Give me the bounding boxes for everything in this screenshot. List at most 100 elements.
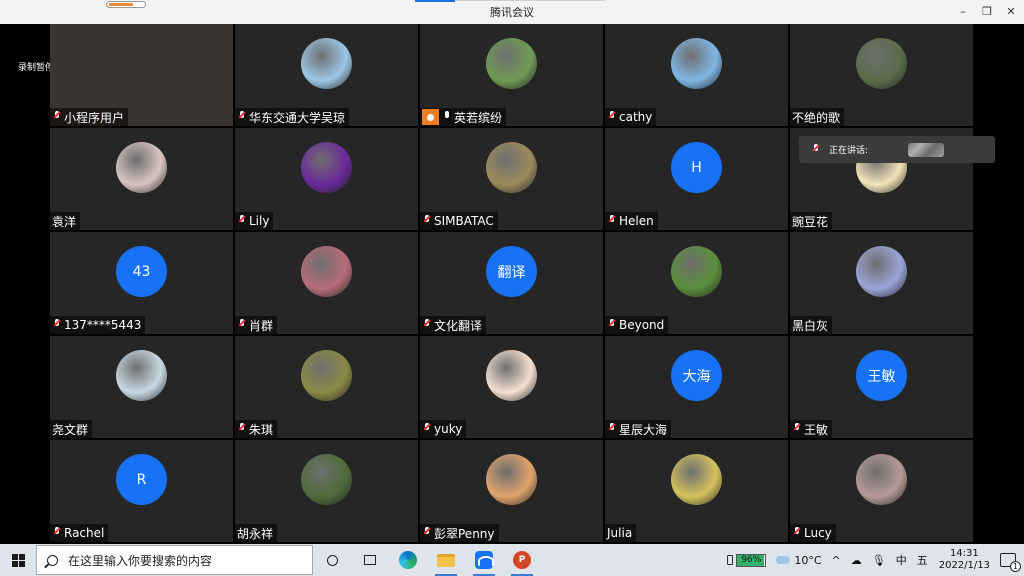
system-tray: 96% 10°C ^ ☁ 🎙 中 五 14:31 2022/1/13 1: [722, 544, 1024, 576]
windows-logo-icon: [11, 553, 25, 567]
participant-name-bar: Lucy: [790, 524, 836, 542]
participant-name: 肖群: [249, 318, 274, 333]
recording-status[interactable]: 录制暂停: [18, 60, 54, 73]
ime-mode[interactable]: 五: [917, 552, 928, 568]
participant-photo-avatar: [301, 38, 352, 89]
network-icon[interactable]: ☁: [851, 554, 862, 567]
participant-tile[interactable]: 尧文群: [50, 336, 233, 438]
weather-temp: 10°C: [794, 553, 822, 567]
participant-tile[interactable]: 英若缤纷: [420, 24, 603, 126]
participant-name-bar: 尧文群: [50, 420, 93, 438]
participant-initial-avatar: 翻译: [486, 246, 537, 297]
powerpoint-icon: P: [513, 551, 531, 569]
cloud-icon: [776, 556, 791, 564]
participant-tile[interactable]: 大海 星辰大海: [605, 336, 788, 438]
clock-date: 2022/1/13: [938, 560, 990, 571]
participant-name-bar: 小程序用户: [50, 108, 129, 126]
participant-tile[interactable]: Lucy: [790, 440, 973, 542]
microphone-tray-icon[interactable]: 🎙: [872, 554, 886, 567]
participant-photo-avatar: [486, 350, 537, 401]
tencent-meeting-taskbar-button[interactable]: [465, 544, 503, 576]
participant-tile[interactable]: 43 137****5443: [50, 232, 233, 334]
powerpoint-taskbar-button[interactable]: P: [503, 544, 541, 576]
participant-name: 黑白灰: [792, 318, 829, 333]
edge-taskbar-button[interactable]: [389, 544, 427, 576]
participant-name-bar: 文化翻译: [420, 316, 487, 334]
notification-center-button[interactable]: 1: [1000, 553, 1021, 572]
title-tab-indicator: [415, 0, 455, 2]
right-sidebar: [973, 24, 1024, 544]
edge-browser-icon: [399, 551, 417, 569]
minimize-button[interactable]: –: [950, 3, 976, 21]
participant-tile[interactable]: H Helen: [605, 128, 788, 230]
task-view-icon: [364, 555, 376, 565]
participant-tile[interactable]: 不绝的歌: [790, 24, 973, 126]
battery-icon: 96%: [736, 553, 767, 567]
participant-tile[interactable]: 小程序用户: [50, 24, 233, 126]
participant-name: yuky: [434, 422, 463, 436]
participant-tile[interactable]: 彭翠Penny: [420, 440, 603, 542]
restore-button[interactable]: ❐: [974, 3, 1000, 21]
speaking-label: 正在讲话:: [829, 146, 869, 156]
taskbar-search-box[interactable]: 在这里输入你要搜索的内容: [36, 545, 313, 575]
participant-photo-avatar: [856, 454, 907, 505]
mic-muted-icon: [422, 423, 432, 435]
participant-photo-avatar: [486, 454, 537, 505]
search-placeholder: 在这里输入你要搜索的内容: [68, 553, 213, 568]
clock-time: 14:31: [949, 548, 979, 559]
notification-count: 1: [1010, 561, 1021, 572]
participant-tile[interactable]: Julia: [605, 440, 788, 542]
participant-name-bar: 王敏: [790, 420, 833, 438]
participant-tile[interactable]: 黑白灰: [790, 232, 973, 334]
participant-name: 137****5443: [64, 318, 142, 332]
participant-photo-avatar: [671, 38, 722, 89]
participant-name-bar: 朱琪: [235, 420, 278, 438]
participant-photo-avatar: [856, 38, 907, 89]
mic-muted-icon: [237, 423, 247, 435]
participant-photo-avatar: [671, 454, 722, 505]
weather-widget[interactable]: 10°C: [776, 553, 822, 567]
taskbar-clock[interactable]: 14:31 2022/1/13: [939, 548, 990, 572]
participant-initial-avatar: 王敏: [856, 350, 907, 401]
participant-tile[interactable]: SIMBATAC: [420, 128, 603, 230]
close-button[interactable]: ✕: [998, 3, 1024, 21]
participant-grid: 小程序用户 华东交通大学吴琼 英若缤纷 cathy 不绝的歌袁洋 Lily SIMBATAC…: [50, 24, 973, 544]
participant-name-bar: Helen: [605, 212, 658, 230]
battery-indicator[interactable]: 96%: [727, 553, 767, 567]
participant-tile[interactable]: Lily: [235, 128, 418, 230]
participant-name-bar: 豌豆花: [790, 212, 833, 230]
participant-photo-avatar: [856, 246, 907, 297]
file-explorer-icon: [437, 553, 455, 567]
participant-tile[interactable]: 朱琪: [235, 336, 418, 438]
participant-name: 华东交通大学吴琼: [249, 110, 346, 125]
participant-name: Rachel: [64, 526, 105, 540]
mic-muted-icon: [422, 215, 432, 227]
cortana-icon: [326, 554, 338, 566]
participant-tile[interactable]: 肖群: [235, 232, 418, 334]
participant-tile[interactable]: yuky: [420, 336, 603, 438]
participant-tile[interactable]: 翻译文化翻译: [420, 232, 603, 334]
participant-name-bar: Julia: [605, 524, 637, 542]
participant-photo-avatar: [301, 142, 352, 193]
window-title: 腾讯会议: [490, 6, 534, 19]
participant-tile[interactable]: R Rachel: [50, 440, 233, 542]
task-view-button[interactable]: [351, 544, 389, 576]
participant-tile[interactable]: Beyond: [605, 232, 788, 334]
participant-name-bar: 袁洋: [50, 212, 81, 230]
participant-name: 星辰大海: [619, 422, 668, 437]
tencent-meeting-window: 腾讯会议 – ❐ ✕ 录制暂停 小程序用户 华东交通大学吴琼 英若缤纷 cathy 不绝…: [0, 0, 1024, 576]
participant-tile[interactable]: cathy: [605, 24, 788, 126]
cortana-button[interactable]: [313, 544, 351, 576]
participant-tile[interactable]: 华东交通大学吴琼: [235, 24, 418, 126]
participant-photo-avatar: [116, 350, 167, 401]
participant-name: 袁洋: [52, 214, 77, 229]
participant-name-bar: SIMBATAC: [420, 212, 498, 230]
file-explorer-taskbar-button[interactable]: [427, 544, 465, 576]
mic-muted-icon: [237, 111, 247, 123]
tray-overflow-chevron[interactable]: ^: [832, 554, 841, 567]
participant-tile[interactable]: 王敏 王敏: [790, 336, 973, 438]
start-button[interactable]: [0, 544, 36, 576]
participant-tile[interactable]: 胡永祥: [235, 440, 418, 542]
ime-language[interactable]: 中: [896, 552, 907, 568]
participant-tile[interactable]: 袁洋: [50, 128, 233, 230]
